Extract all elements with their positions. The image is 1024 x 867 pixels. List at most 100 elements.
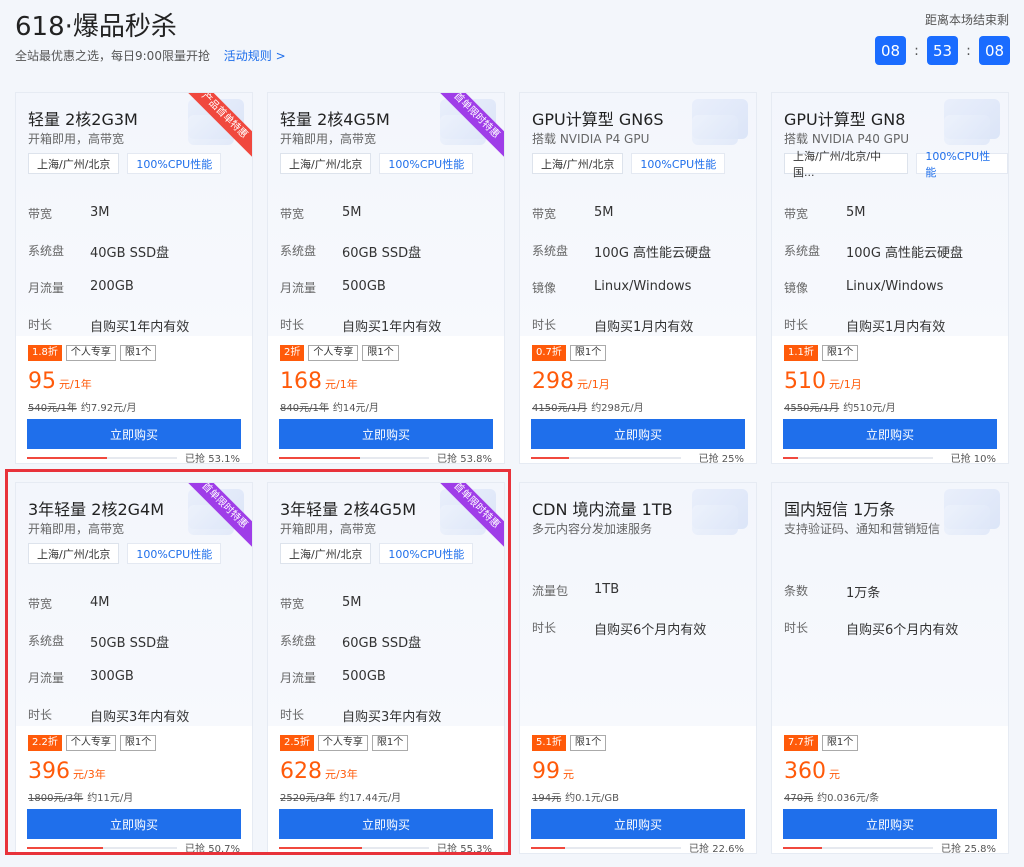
- original-price: 2520元/3年: [280, 793, 336, 804]
- spec-value: 50GB SSD盘: [90, 636, 170, 651]
- spec-row: 时长 自购买6个月内有效: [784, 619, 958, 638]
- sold-progress-fill: [531, 847, 565, 849]
- price-unit: 元/1月: [577, 378, 610, 391]
- region-select[interactable]: 上海/广州/北京: [28, 153, 120, 174]
- spec-row: 月流量 500GB: [280, 279, 386, 296]
- discount-badge: 2.2折: [28, 735, 62, 751]
- product-subtitle: 多元内容分发加速服务: [532, 522, 653, 536]
- region-select[interactable]: 上海/广州/北京: [28, 543, 120, 564]
- buy-now-button[interactable]: 立即购买: [27, 809, 241, 839]
- spec-value: Linux/Windows: [594, 279, 692, 294]
- sold-percentage: 已抢 53.1%: [185, 454, 240, 464]
- sold-progress-fill: [531, 457, 569, 459]
- spec-label: 带宽: [28, 207, 53, 221]
- buy-now-button[interactable]: 立即购买: [531, 809, 745, 839]
- countdown-separator: :: [914, 42, 919, 59]
- spec-row: 时长 自购买1月内有效: [784, 316, 945, 335]
- monthly-price: 约0.1元/GB: [565, 793, 619, 804]
- product-card[interactable]: 国内短信 1万条 支持验证码、通知和营销短信 条数 1万条 时长 自购买6个月内有效 7.7…: [771, 482, 1009, 854]
- spec-label: 月流量: [280, 281, 317, 295]
- original-price: 1800元/3年: [28, 793, 84, 804]
- price-value: 99: [532, 759, 560, 784]
- cloud-decoration-icon: [944, 505, 990, 535]
- product-card[interactable]: 首单限时特惠 3年轻量 2核4G5M 开箱即用，高带宽 上海/广州/北京 100%CPU…: [267, 482, 505, 854]
- sold-progress-fill: [783, 457, 798, 459]
- region-select[interactable]: 上海/广州/北京/中国...: [784, 150, 909, 179]
- buy-now-button[interactable]: 立即购买: [279, 419, 493, 449]
- product-card[interactable]: CDN 境内流量 1TB 多元内容分发加速服务 流量包 1TB 时长 自购买6个月内有效 5…: [519, 482, 757, 854]
- spec-row: 带宽 5M: [784, 205, 866, 222]
- buy-now-button[interactable]: 立即购买: [531, 419, 745, 449]
- spec-value: 4M: [90, 595, 110, 610]
- product-card[interactable]: 首单限时特惠 3年轻量 2核2G4M 开箱即用，高带宽 上海/广州/北京 100%CPU…: [15, 482, 253, 854]
- spec-row: 时长 自购买1年内有效: [28, 316, 189, 335]
- price-unit: 元/1年: [59, 378, 92, 391]
- product-name: 3年轻量 2核4G5M: [280, 500, 417, 519]
- spec-row: 月流量 200GB: [28, 279, 134, 296]
- spec-row: 镜像 Linux/Windows: [784, 279, 943, 296]
- cpu-performance-tag: 100%CPU性能: [379, 153, 474, 174]
- limit-tag: 限1个: [119, 735, 157, 751]
- spec-label: 带宽: [280, 597, 305, 611]
- spec-row: 带宽 5M: [532, 205, 614, 222]
- spec-value: 自购买1年内有效: [90, 320, 190, 335]
- limit-tag: 限1个: [371, 735, 409, 751]
- product-card[interactable]: 产品首单特惠 轻量 2核2G3M 开箱即用，高带宽 上海/广州/北京 100%CPU性能…: [15, 92, 253, 464]
- product-card[interactable]: GPU计算型 GN6S 搭载 NVIDIA P4 GPU 上海/广州/北京 100%C…: [519, 92, 757, 464]
- region-select-value: 上海/广州/北京: [541, 157, 615, 171]
- promo-ribbon-label: 产品首单特惠: [186, 93, 252, 158]
- sold-percentage: 已抢 22.6%: [689, 844, 744, 854]
- monthly-price: 约510元/月: [843, 403, 896, 414]
- price-unit: 元/3年: [73, 768, 106, 781]
- original-price: 194元: [532, 793, 562, 804]
- page-subtitle: 全站最优惠之选，每日9:00限量开抢 活动规则 >: [15, 47, 286, 64]
- price-value: 360: [784, 759, 826, 784]
- region-select[interactable]: 上海/广州/北京: [280, 153, 372, 174]
- product-subtitle: 搭载 NVIDIA P40 GPU: [784, 132, 909, 146]
- tag-row: 2.2折 个人专享 限1个: [28, 735, 157, 751]
- spec-label: 镜像: [532, 281, 557, 295]
- product-card[interactable]: GPU计算型 GN8 搭载 NVIDIA P40 GPU 上海/广州/北京/中国..…: [771, 92, 1009, 464]
- region-row: 上海/广州/北京 100%CPU性能: [280, 153, 474, 174]
- buy-now-button[interactable]: 立即购买: [783, 419, 997, 449]
- buy-now-button[interactable]: 立即购买: [27, 419, 241, 449]
- price-value: 396: [28, 759, 70, 784]
- spec-label: 流量包: [532, 584, 569, 598]
- original-price-row: 540元/1年 约7.92元/月: [28, 399, 136, 414]
- price-value: 298: [532, 369, 574, 394]
- price-row: 396 元/3年: [28, 759, 106, 784]
- sold-progress-bar: [531, 847, 681, 849]
- spec-row: 月流量 300GB: [28, 669, 134, 686]
- spec-value: 300GB: [90, 669, 134, 684]
- spec-label: 时长: [28, 708, 53, 722]
- tag-row: 5.1折 限1个: [532, 735, 607, 751]
- spec-row: 系统盘 60GB SSD盘: [280, 632, 421, 651]
- monthly-price: 约0.036元/条: [817, 793, 880, 804]
- sold-progress-fill: [279, 847, 362, 849]
- spec-value: 自购买1月内有效: [594, 320, 694, 335]
- region-row: 上海/广州/北京 100%CPU性能: [532, 153, 726, 174]
- countdown-label: 距离本场结束剩: [924, 13, 1009, 27]
- price-row: 510 元/1月: [784, 369, 862, 394]
- sold-progress-fill: [783, 847, 822, 849]
- buy-now-button[interactable]: 立即购买: [783, 809, 997, 839]
- region-select[interactable]: 上海/广州/北京: [532, 153, 624, 174]
- spec-label: 时长: [280, 708, 305, 722]
- spec-value: 1万条: [846, 586, 881, 601]
- spec-value: 自购买6个月内有效: [846, 623, 959, 638]
- tag-row: 2.5折 个人专享 限1个: [280, 735, 409, 751]
- spec-value: 5M: [594, 205, 614, 220]
- region-select[interactable]: 上海/广州/北京: [280, 543, 372, 564]
- region-row: 上海/广州/北京 100%CPU性能: [28, 153, 222, 174]
- price-row: 99 元: [532, 759, 574, 784]
- spec-value: 200GB: [90, 279, 134, 294]
- product-name: 3年轻量 2核2G4M: [28, 500, 165, 519]
- product-card[interactable]: 首单限时特惠 轻量 2核4G5M 开箱即用，高带宽 上海/广州/北京 100%CPU性能…: [267, 92, 505, 464]
- activity-rules-link[interactable]: 活动规则 >: [224, 49, 286, 63]
- product-subtitle: 支持验证码、通知和营销短信: [784, 522, 941, 536]
- sold-progress-fill: [27, 847, 104, 849]
- spec-row: 系统盘 40GB SSD盘: [28, 242, 169, 261]
- tag-row: 1.8折 个人专享 限1个: [28, 345, 157, 361]
- sold-percentage: 已抢 25.8%: [941, 844, 996, 854]
- buy-now-button[interactable]: 立即购买: [279, 809, 493, 839]
